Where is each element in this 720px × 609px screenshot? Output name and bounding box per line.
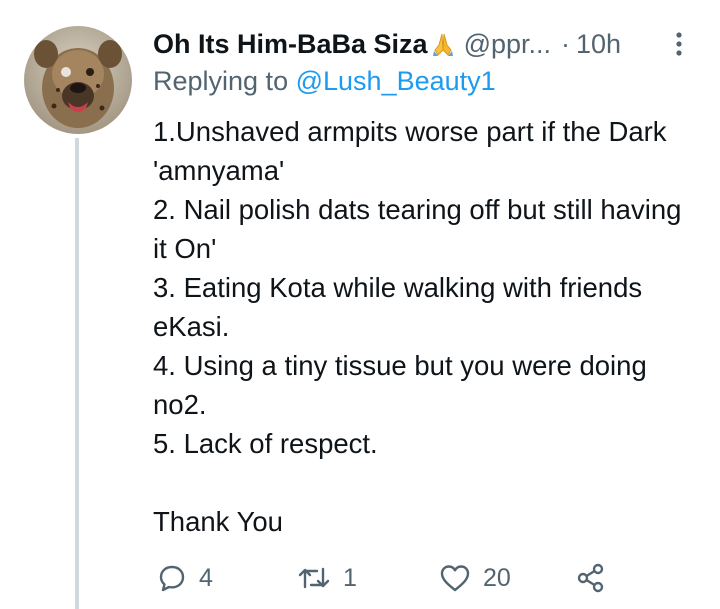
- like-button[interactable]: 20: [439, 558, 511, 598]
- share-button[interactable]: [575, 558, 607, 598]
- folded-hands-icon: [430, 31, 456, 57]
- heart-icon: [440, 565, 470, 592]
- share-icon: [577, 563, 604, 593]
- body-line: 1.Unshaved armpits worse part if the Dar…: [153, 116, 667, 186]
- replying-to-link[interactable]: @Lush_Beauty1: [296, 66, 496, 96]
- body-line: 2. Nail polish dats tearing off but stil…: [153, 194, 682, 264]
- hyena-avatar-image: [24, 26, 132, 134]
- reply-count: 4: [199, 563, 213, 592]
- body-line: 5. Lack of respect.: [153, 428, 378, 459]
- avatar[interactable]: [24, 26, 132, 134]
- retweet-button[interactable]: 1: [297, 558, 357, 598]
- more-options-icon[interactable]: [672, 31, 686, 57]
- separator-dot: ·: [561, 28, 571, 59]
- retweet-count: 1: [343, 563, 357, 592]
- body-line: 4. Using a tiny tissue but you were doin…: [153, 350, 647, 420]
- thread-connector-line: [75, 138, 79, 609]
- tweet-body: 1.Unshaved armpits worse part if the Dar…: [153, 112, 698, 541]
- retweet-icon: [298, 567, 330, 589]
- tweet-timestamp[interactable]: 10h: [576, 29, 621, 60]
- closing-line: Thank You: [153, 506, 283, 537]
- tweet-actions: 4 1 20: [153, 558, 623, 598]
- like-count: 20: [483, 563, 511, 592]
- body-line: 3. Eating Kota while walking with friend…: [153, 272, 643, 342]
- tweet-header: Oh Its Him-BaBa Siza @ppr... · 10h: [153, 24, 698, 64]
- reply-icon: [159, 565, 185, 592]
- author-name[interactable]: Oh Its Him-BaBa Siza: [153, 29, 428, 60]
- replying-to-line: Replying to @Lush_Beauty1: [153, 66, 496, 97]
- author-handle[interactable]: @ppr...: [464, 29, 551, 60]
- reply-button[interactable]: 4: [157, 558, 213, 598]
- replying-prefix: Replying to: [153, 66, 289, 96]
